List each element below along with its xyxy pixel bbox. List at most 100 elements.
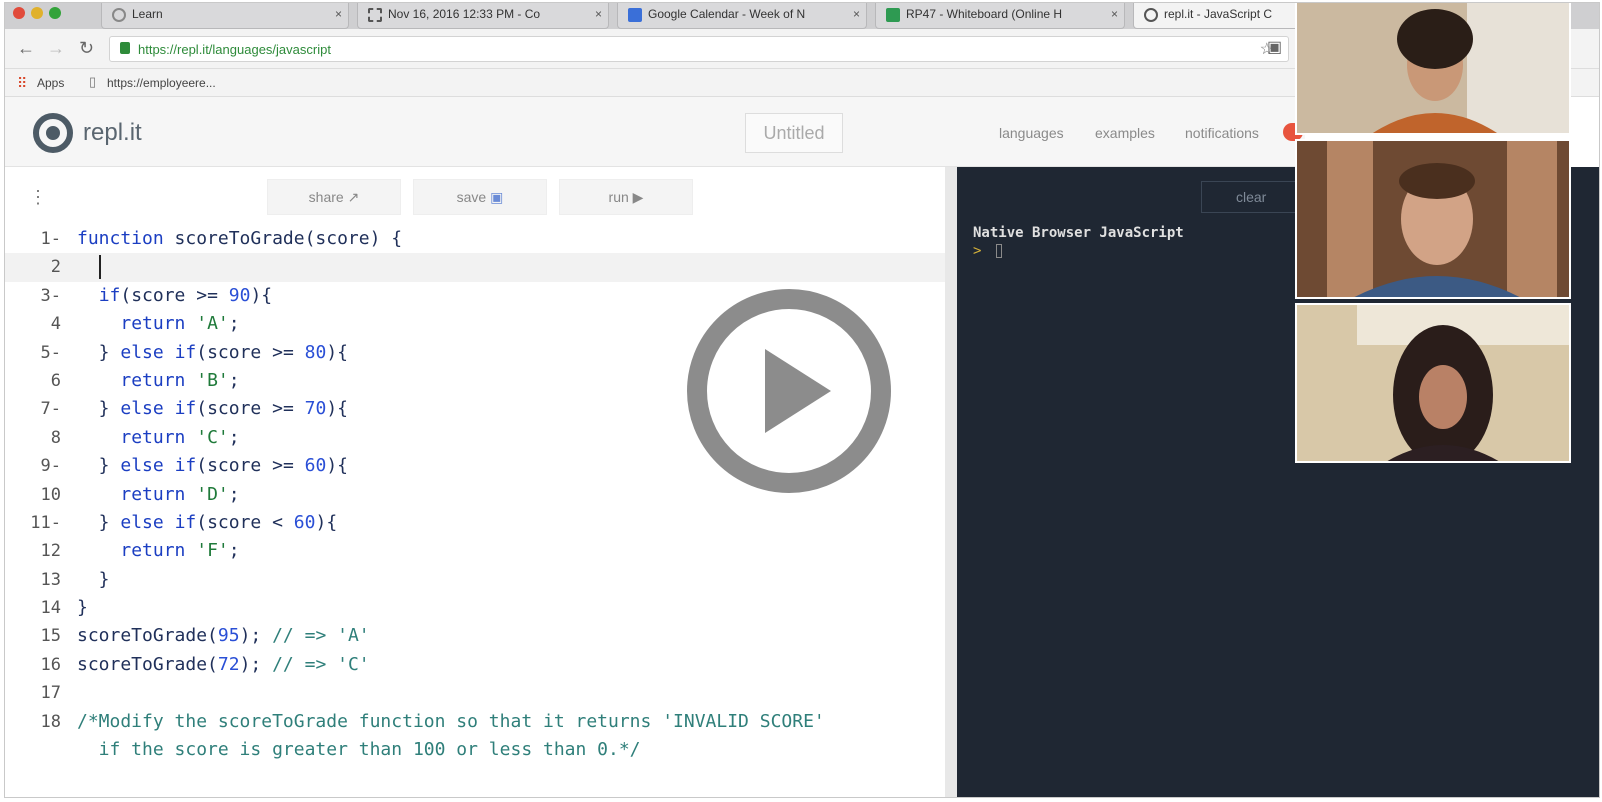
code-text: function scoreToGrade(score) { — [77, 228, 403, 249]
url-text: https://repl.it/languages/javascript — [138, 42, 331, 57]
code-line[interactable]: 12 return 'F'; — [5, 537, 945, 565]
pane-resize-handle[interactable] — [945, 167, 957, 797]
save-label: save — [456, 189, 487, 205]
code-text: } — [77, 568, 110, 590]
code-line[interactable]: 13 } — [5, 566, 945, 594]
line-number: 15 — [40, 626, 61, 647]
participant-video-frame — [1297, 3, 1569, 133]
tab-label: Google Calendar - Week of N — [648, 7, 806, 21]
console-prompt[interactable]: > — [973, 243, 1002, 259]
code-text: if the score is greater than 100 or less… — [77, 739, 641, 761]
line-number: 5- — [40, 342, 61, 363]
line-number: 9- — [40, 456, 61, 477]
code-line[interactable]: 15 scoreToGrade(95); // => 'A' — [5, 622, 945, 650]
video-play-button[interactable] — [687, 289, 891, 493]
save-button[interactable]: save ▣ — [413, 179, 547, 215]
code-text: } else if(score >= 60){ — [77, 455, 348, 477]
close-tab-icon[interactable]: × — [1111, 7, 1118, 21]
play-icon: ▶ — [632, 189, 644, 205]
nav-languages[interactable]: languages — [999, 125, 1064, 141]
sheet-favicon-icon — [886, 8, 900, 22]
repl-header: repl.it Untitled languages examples noti… — [5, 97, 1305, 167]
tab-google-calendar[interactable]: Google Calendar - Week of N × — [617, 3, 867, 29]
line-number: 13 — [40, 569, 61, 590]
repl-logo-text[interactable]: repl.it — [83, 119, 142, 147]
code-text: } else if(score >= 70){ — [77, 398, 348, 420]
line-number: 10 — [40, 484, 61, 505]
repl-favicon-icon — [1144, 8, 1158, 22]
floppy-disk-icon: ▣ — [490, 189, 504, 205]
code-text — [77, 253, 101, 281]
url-input[interactable]: https://repl.it/languages/javascript ☆ — [109, 36, 1289, 62]
share-icon: ↗ — [347, 189, 360, 205]
code-line[interactable]: 14} — [5, 594, 945, 622]
page-icon: ▯ — [89, 74, 97, 89]
code-text: return 'A'; — [120, 313, 240, 335]
close-tab-icon[interactable]: × — [595, 7, 602, 21]
reload-icon[interactable]: ↻ — [79, 39, 94, 57]
line-number: 14 — [40, 598, 61, 619]
text-cursor — [98, 255, 101, 280]
code-line[interactable]: 1- function scoreToGrade(score) { — [5, 225, 945, 253]
share-button[interactable]: share ↗ — [267, 179, 401, 215]
project-title-input[interactable]: Untitled — [745, 113, 843, 153]
code-text: return 'C'; — [120, 426, 240, 448]
video-participant-1 — [1295, 3, 1571, 135]
bookmark-apps[interactable]: Apps — [37, 76, 64, 90]
participant-video-frame — [1297, 141, 1569, 297]
tab-recording[interactable]: Nov 16, 2016 12:33 PM - Co × — [357, 3, 609, 29]
nav-examples[interactable]: examples — [1095, 125, 1155, 141]
tab-label: RP47 - Whiteboard (Online H — [906, 7, 1063, 21]
tab-label: Nov 16, 2016 12:33 PM - Co — [388, 7, 541, 21]
line-number: 12 — [40, 541, 61, 562]
extension-icon[interactable]: ▣ — [1267, 39, 1282, 57]
menu-dots-icon[interactable]: ⋮ — [29, 187, 47, 208]
console-cursor — [995, 244, 1002, 258]
code-line[interactable]: 17 — [5, 679, 945, 707]
clear-label: clear — [1236, 189, 1267, 205]
code-line[interactable]: 18 /*Modify the scoreToGrade function so … — [5, 708, 945, 736]
close-tab-icon[interactable]: × — [853, 7, 860, 21]
code-line[interactable]: 16 scoreToGrade(72); // => 'C' — [5, 651, 945, 679]
bookmark-employeere[interactable]: https://employeere... — [107, 76, 216, 90]
line-number: 16 — [40, 654, 61, 675]
tab-learn[interactable]: Learn × — [101, 3, 349, 29]
calendar-favicon-icon — [628, 8, 642, 22]
line-number: 18 — [40, 711, 61, 732]
maximize-window-icon[interactable] — [49, 7, 61, 19]
line-number: 4 — [50, 314, 61, 335]
line-number: 7- — [40, 399, 61, 420]
participant-video-frame — [1297, 305, 1569, 461]
line-number: 17 — [40, 683, 61, 704]
code-line[interactable]: if the score is greater than 100 or less… — [5, 736, 945, 764]
apps-grid-icon[interactable]: ⠿ — [17, 75, 27, 92]
line-number: 11- — [30, 512, 61, 533]
tab-label: repl.it - JavaScript C — [1164, 7, 1273, 21]
code-line[interactable]: 2 — [5, 253, 945, 282]
forward-arrow-icon[interactable]: → — [47, 39, 65, 57]
code-text: if(score >= 90){ — [98, 284, 273, 306]
video-participant-3 — [1295, 303, 1571, 463]
run-button[interactable]: run ▶ — [559, 179, 693, 215]
code-text: } — [77, 597, 88, 619]
prompt-symbol: > — [973, 243, 982, 259]
repl-logo-icon[interactable] — [33, 113, 73, 153]
code-text: /*Modify the scoreToGrade function so th… — [77, 710, 825, 732]
back-arrow-icon[interactable]: ← — [17, 39, 35, 57]
code-text: } else if(score >= 80){ — [77, 341, 348, 363]
code-text: scoreToGrade(72); // => 'C' — [77, 653, 370, 675]
minimize-window-icon[interactable] — [31, 7, 43, 19]
screen-recording-frame: Learn × Nov 16, 2016 12:33 PM - Co × Goo… — [4, 2, 1600, 798]
tab-whiteboard[interactable]: RP47 - Whiteboard (Online H × — [875, 3, 1125, 29]
code-line[interactable]: 11- } else if(score < 60){ — [5, 509, 945, 537]
code-text: } else if(score < 60){ — [77, 511, 338, 533]
video-participant-2 — [1295, 139, 1571, 299]
clear-console-button[interactable]: clear — [1201, 181, 1301, 213]
lock-icon — [120, 42, 130, 54]
nav-notifications[interactable]: notifications — [1185, 125, 1259, 141]
learn-favicon-icon — [112, 8, 126, 22]
code-text: scoreToGrade(95); // => 'A' — [77, 625, 370, 647]
close-tab-icon[interactable]: × — [335, 7, 342, 21]
close-window-icon[interactable] — [13, 7, 25, 19]
line-number: 8 — [50, 427, 61, 448]
